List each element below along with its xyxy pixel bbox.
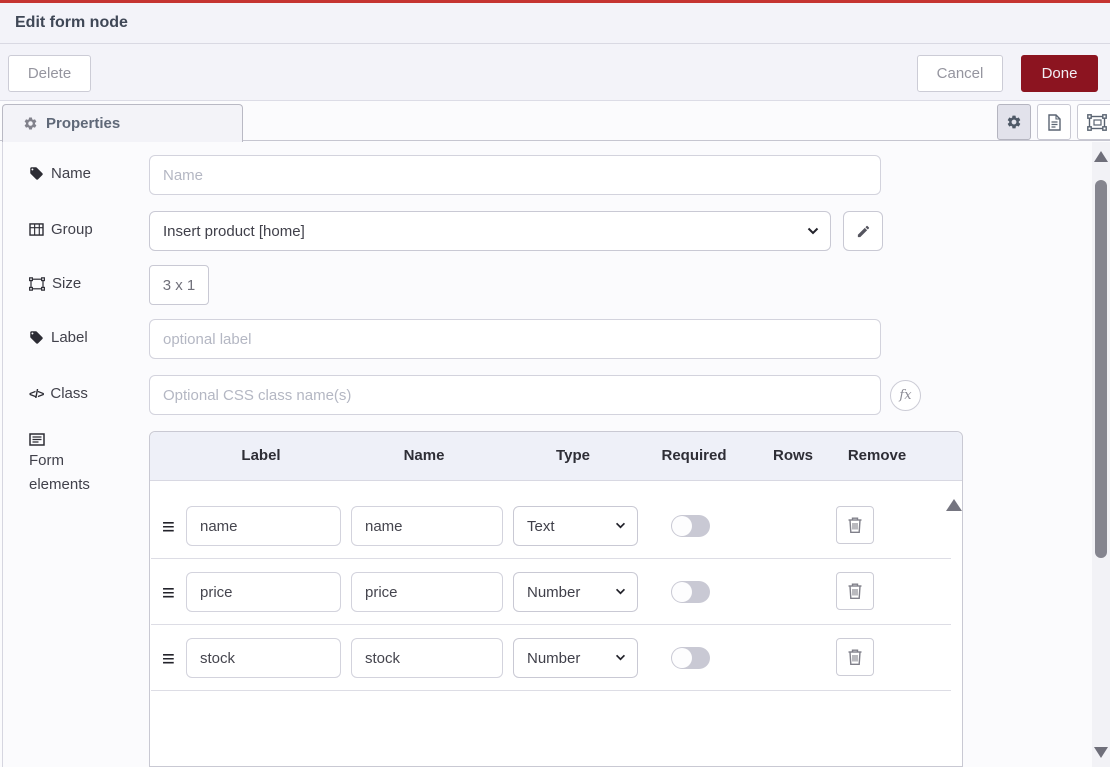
scrollbar-thumb[interactable] — [1095, 180, 1107, 558]
form-elements-table: Label Name Type Required Rows Remove ≡ T… — [149, 431, 963, 767]
form-element-row: ≡ Number — [151, 564, 951, 625]
tab-properties[interactable]: Properties — [2, 104, 243, 142]
remove-element-button[interactable] — [836, 572, 874, 610]
trash-icon — [847, 516, 863, 534]
object-group-icon — [1087, 114, 1107, 131]
pencil-icon — [856, 224, 871, 239]
cancel-button[interactable]: Cancel — [917, 55, 1003, 92]
expression-fx-button[interactable]: fx — [890, 380, 921, 411]
element-label-input[interactable] — [186, 638, 341, 678]
fx-icon: fx — [899, 388, 911, 403]
tab-bar: Properties — [0, 101, 1110, 141]
label-field-label: Label — [29, 329, 88, 346]
vertical-scrollbar[interactable] — [1092, 142, 1110, 767]
trash-icon — [847, 648, 863, 666]
form-element-row: ≡ Number — [151, 630, 951, 691]
required-toggle[interactable] — [671, 647, 710, 669]
appearance-tab-button[interactable] — [1077, 104, 1110, 140]
properties-pane: Name Group Insert product [home] Size 3 … — [2, 141, 1092, 767]
trash-icon — [847, 582, 863, 600]
description-tab-button[interactable] — [1037, 104, 1071, 140]
element-type-select[interactable]: Text — [513, 506, 638, 546]
object-group-icon — [29, 277, 45, 291]
size-field-label: Size — [29, 275, 81, 292]
table-icon — [29, 223, 44, 236]
delete-button[interactable]: Delete — [8, 55, 91, 92]
drag-handle-icon[interactable]: ≡ — [162, 645, 175, 673]
document-icon — [1047, 114, 1062, 131]
drag-handle-icon[interactable]: ≡ — [162, 513, 175, 541]
element-name-input[interactable] — [351, 506, 503, 546]
gear-icon — [1006, 114, 1022, 130]
column-header-remove: Remove — [848, 447, 906, 464]
code-icon: </> — [29, 387, 43, 401]
remove-element-button[interactable] — [836, 638, 874, 676]
column-header-rows: Rows — [773, 447, 813, 464]
form-element-row: ≡ Text — [151, 498, 951, 559]
dialog-actionbar: Delete Cancel Done — [0, 44, 1110, 101]
chevron-down-icon — [615, 522, 626, 529]
class-input[interactable] — [149, 375, 881, 415]
size-button[interactable]: 3 x 1 — [149, 265, 209, 305]
properties-tab-button[interactable] — [997, 104, 1031, 140]
chevron-down-icon — [615, 588, 626, 595]
column-header-name: Name — [404, 447, 445, 464]
drag-handle-icon[interactable]: ≡ — [162, 579, 175, 607]
edit-group-button[interactable] — [843, 211, 883, 251]
required-toggle[interactable] — [671, 515, 710, 537]
element-name-input[interactable] — [351, 638, 503, 678]
element-label-input[interactable] — [186, 572, 341, 612]
scroll-down-arrow[interactable] — [1094, 747, 1108, 758]
required-toggle[interactable] — [671, 581, 710, 603]
tag-icon — [29, 330, 44, 345]
column-header-type: Type — [556, 447, 590, 464]
class-field-label: </> Class — [29, 385, 88, 402]
column-header-label: Label — [241, 447, 280, 464]
form-elements-label: Form elements — [29, 433, 124, 497]
element-name-input[interactable] — [351, 572, 503, 612]
remove-element-button[interactable] — [836, 506, 874, 544]
done-button[interactable]: Done — [1021, 55, 1098, 92]
dialog-titlebar: Edit form node — [0, 3, 1110, 44]
chevron-down-icon — [615, 654, 626, 661]
element-type-select[interactable]: Number — [513, 638, 638, 678]
tab-properties-label: Properties — [46, 115, 120, 132]
column-header-required: Required — [661, 447, 726, 464]
inner-scroll-up-arrow[interactable] — [946, 499, 962, 511]
label-input[interactable] — [149, 319, 881, 359]
gear-icon — [23, 116, 38, 131]
chevron-down-icon — [807, 227, 819, 235]
dialog-title: Edit form node — [15, 14, 128, 32]
name-field-label: Name — [29, 165, 91, 182]
name-input[interactable] — [149, 155, 881, 195]
element-type-select[interactable]: Number — [513, 572, 638, 612]
tag-icon — [29, 166, 44, 181]
form-elements-table-header: Label Name Type Required Rows Remove — [150, 432, 962, 481]
scroll-up-arrow[interactable] — [1094, 151, 1108, 162]
element-label-input[interactable] — [186, 506, 341, 546]
form-list-icon — [29, 433, 45, 446]
group-field-label: Group — [29, 221, 93, 238]
group-select[interactable]: Insert product [home] — [149, 211, 831, 251]
